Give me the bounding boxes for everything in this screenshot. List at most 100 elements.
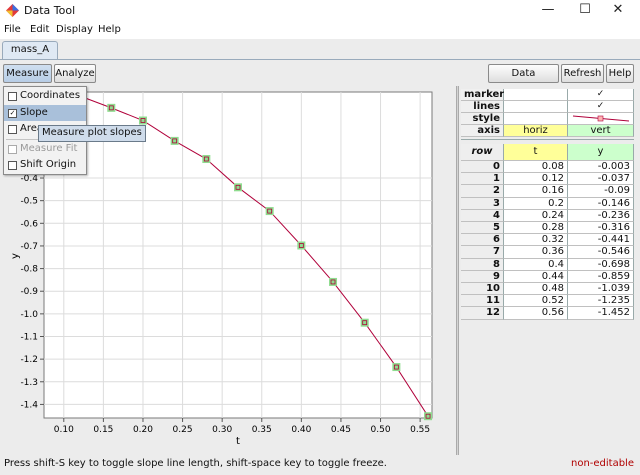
- table-cell-t[interactable]: 0.52: [504, 295, 568, 308]
- markers-checkbox[interactable]: ✓: [568, 89, 634, 101]
- analyze-button[interactable]: Analyze: [54, 64, 96, 83]
- x-tick-label: 0.15: [93, 425, 113, 435]
- data-point-marker[interactable]: [234, 183, 242, 192]
- row-index: 1: [461, 173, 504, 186]
- style-swatch-cell[interactable]: [568, 113, 634, 125]
- y-tick-label: -0.4: [20, 174, 38, 184]
- table-cell-y[interactable]: -0.146: [568, 197, 634, 210]
- table-cell-t[interactable]: 0.56: [504, 307, 568, 320]
- prop-label-axis: axis: [461, 125, 504, 137]
- app-logo-icon: [6, 4, 19, 17]
- table-cell-t[interactable]: 0.4: [504, 258, 568, 271]
- table-cell-y[interactable]: -0.09: [568, 185, 634, 198]
- menu-display[interactable]: Display: [56, 24, 93, 35]
- checkbox-shift-origin[interactable]: [8, 161, 17, 170]
- tab-mass-a[interactable]: mass_A: [2, 41, 58, 59]
- table-cell-y[interactable]: -1.235: [568, 295, 634, 308]
- prop-label-markers: markers: [461, 89, 510, 101]
- data-point-marker[interactable]: [360, 318, 369, 327]
- table-cell-y[interactable]: -1.039: [568, 283, 634, 296]
- data-point-marker[interactable]: [202, 155, 211, 164]
- tooltip: Measure plot slopes: [38, 125, 146, 142]
- data-point-marker[interactable]: [297, 241, 306, 250]
- menu-item-slope[interactable]: ✓ Slope: [4, 105, 86, 121]
- y-tick-label: -0.7: [20, 242, 38, 252]
- x-tick-label: 0.40: [291, 425, 311, 435]
- checkbox-area[interactable]: [8, 125, 17, 134]
- y-tick-label: -1.3: [20, 378, 38, 388]
- title-bar: Data Tool — ☐ ✕: [0, 0, 640, 22]
- column-header-t[interactable]: t: [504, 144, 568, 161]
- measure-button[interactable]: Measure: [3, 64, 52, 83]
- table-cell-t[interactable]: 0.2: [504, 197, 568, 210]
- row-index: 5: [461, 222, 504, 235]
- x-tick-label: 0.35: [252, 425, 272, 435]
- checkbox-coordinates[interactable]: [8, 92, 17, 101]
- checkbox-slope[interactable]: ✓: [8, 109, 17, 118]
- table-cell-y[interactable]: -1.452: [568, 307, 634, 320]
- table-cell-y[interactable]: -0.037: [568, 173, 634, 186]
- column-header-row[interactable]: row: [461, 144, 504, 161]
- lines-checkbox[interactable]: ✓: [568, 101, 634, 113]
- window-title: Data Tool: [24, 4, 76, 17]
- table-cell-t[interactable]: 0.32: [504, 234, 568, 247]
- row-index: 6: [461, 234, 504, 247]
- table-cell-y[interactable]: -0.546: [568, 246, 634, 259]
- axis-vert-cell[interactable]: vert: [568, 125, 634, 137]
- data-point-marker[interactable]: [329, 277, 338, 286]
- status-bar: Press shift-S key to toggle slope line l…: [0, 455, 640, 475]
- table-cell-t[interactable]: 0.48: [504, 283, 568, 296]
- y-tick-label: -1.0: [20, 310, 38, 320]
- prop-cell[interactable]: [504, 89, 568, 101]
- table-cell-y[interactable]: -0.859: [568, 270, 634, 283]
- checkbox-measure-fit: [8, 145, 17, 154]
- x-tick-label: 0.10: [54, 425, 74, 435]
- data-builder-button[interactable]: Data Builder...: [488, 64, 559, 97]
- x-tick-label: 0.30: [212, 425, 232, 435]
- data-table-panel: markers ✓ lines ✓ style axis horiz vert row t y 0 0…: [459, 86, 640, 455]
- data-point-marker[interactable]: [265, 207, 274, 216]
- column-header-y[interactable]: y: [568, 144, 634, 161]
- menu-edit[interactable]: Edit: [30, 24, 49, 35]
- menu-file[interactable]: File: [4, 24, 21, 35]
- x-tick-label: 0.50: [371, 425, 391, 435]
- row-index: 12: [461, 307, 504, 320]
- table-cell-y[interactable]: -0.316: [568, 222, 634, 235]
- style-preview-icon: [572, 115, 630, 122]
- table-cell-t[interactable]: 0.44: [504, 270, 568, 283]
- table-cell-t[interactable]: 0.08: [504, 161, 568, 174]
- table-cell-y[interactable]: -0.441: [568, 234, 634, 247]
- table-cell-y[interactable]: -0.236: [568, 209, 634, 222]
- y-tick-label: -0.5: [20, 197, 38, 207]
- row-index: 10: [461, 283, 504, 296]
- axis-horiz-cell[interactable]: horiz: [504, 125, 568, 137]
- menu-item-coordinates[interactable]: Coordinates: [4, 88, 86, 104]
- row-index: 7: [461, 246, 504, 259]
- data-point-marker[interactable]: [424, 412, 433, 421]
- x-tick-label: 0.55: [410, 425, 430, 435]
- table-cell-t[interactable]: 0.36: [504, 246, 568, 259]
- refresh-button[interactable]: Refresh: [561, 64, 604, 83]
- y-tick-label: -0.6: [20, 219, 38, 229]
- style-cell[interactable]: [504, 113, 568, 125]
- table-cell-t[interactable]: 0.28: [504, 222, 568, 235]
- y-tick-label: -1.1: [20, 333, 38, 343]
- table-cell-t[interactable]: 0.16: [504, 185, 568, 198]
- data-point-marker[interactable]: [392, 363, 401, 372]
- prop-cell[interactable]: [504, 101, 568, 113]
- data-point-marker[interactable]: [170, 136, 179, 145]
- y-axis-label: y: [10, 253, 21, 259]
- data-point-marker[interactable]: [107, 103, 116, 112]
- y-tick-label: -0.8: [20, 265, 38, 275]
- help-button[interactable]: Help: [606, 64, 634, 83]
- table-cell-y[interactable]: -0.003: [568, 161, 634, 174]
- table-cell-t[interactable]: 0.12: [504, 173, 568, 186]
- data-point-marker[interactable]: [138, 116, 147, 125]
- tab-strip: mass_A: [0, 39, 640, 60]
- table-cell-y[interactable]: -0.698: [568, 258, 634, 271]
- menu-help[interactable]: Help: [98, 24, 121, 35]
- row-index: 4: [461, 209, 504, 222]
- menu-item-shift-origin[interactable]: Shift Origin: [4, 157, 86, 173]
- close-button[interactable]: ✕: [595, 0, 640, 20]
- table-cell-t[interactable]: 0.24: [504, 209, 568, 222]
